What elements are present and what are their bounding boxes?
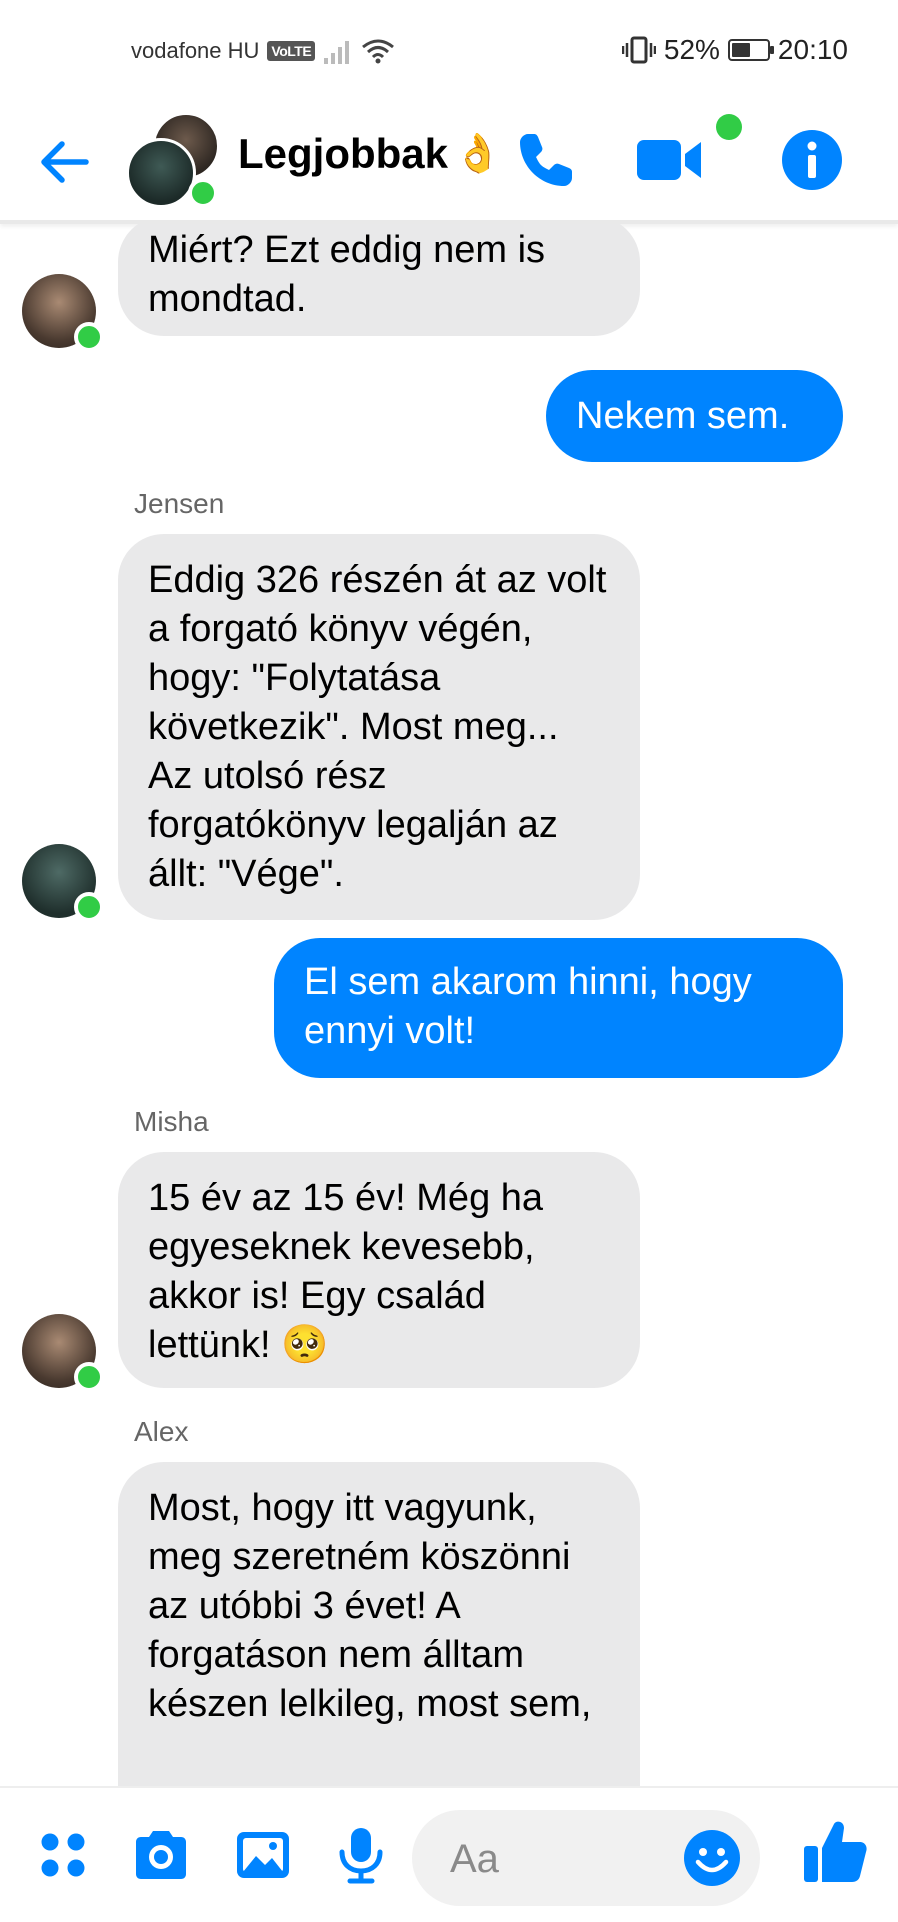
group-avatar[interactable] (126, 112, 220, 208)
sender-name: Alex (134, 1416, 189, 1447)
signal-icon (324, 41, 350, 64)
avatar[interactable] (22, 1314, 104, 1392)
avatar[interactable] (22, 274, 104, 352)
apps-grid-icon[interactable] (32, 1824, 94, 1886)
message-outgoing[interactable]: Nekem sem. (546, 370, 843, 462)
message-text: Most, hogy itt vagyunk, meg szeretném kö… (148, 1487, 592, 1725)
message-text: Miért? Ezt eddig nem is mondtad. (148, 229, 546, 320)
clock: 20:10 (777, 34, 848, 65)
sender-name: Jensen (134, 488, 225, 519)
video-online-indicator (716, 114, 742, 140)
message-input-container[interactable] (412, 1810, 760, 1908)
message-incoming[interactable]: Most, hogy itt vagyunk, meg szeretném kö… (118, 1462, 640, 1786)
chat-title-text: Legjobbak (238, 130, 449, 177)
message-outgoing[interactable]: El sem akarom hinni, hogy ennyi volt! (274, 938, 843, 1078)
carrier-name: vodafone HU (131, 38, 260, 63)
message-incoming[interactable]: Eddig 326 részén át az volt a forgató kö… (118, 534, 640, 920)
camera-icon[interactable] (130, 1824, 192, 1886)
status-left: vodafone HU VoLTE (131, 38, 395, 64)
message-incoming[interactable]: 15 év az 15 év! Még ha egyeseknek kevese… (118, 1152, 640, 1388)
chat-title[interactable]: Legjobbak 👌 (238, 130, 501, 178)
message-text: 15 év az 15 év! Még ha egyeseknek kevese… (148, 1177, 544, 1366)
online-indicator (74, 892, 104, 922)
ok-hand-emoji: 👌 (454, 133, 502, 175)
info-icon[interactable] (780, 128, 844, 192)
avatar[interactable] (22, 844, 104, 922)
status-right: 52% 20:10 (621, 34, 848, 66)
online-indicator (74, 1362, 104, 1392)
message-text: Eddig 326 részén át az volt a forgató kö… (148, 559, 607, 895)
sender-name: Misha (134, 1106, 209, 1137)
thumbs-up-icon[interactable] (800, 1816, 870, 1886)
online-indicator (188, 178, 218, 208)
message-text: Nekem sem. (576, 395, 790, 437)
video-camera-icon[interactable] (635, 128, 709, 192)
composer-bar (0, 1786, 898, 1922)
message-list[interactable]: Miért? Ezt eddig nem is mondtad. Nekem s… (0, 224, 898, 1786)
member-avatar-2 (126, 138, 196, 208)
microphone-icon[interactable] (330, 1824, 392, 1886)
message-incoming[interactable]: Miért? Ezt eddig nem is mondtad. (118, 224, 640, 336)
battery-percent: 52% (663, 34, 720, 65)
emoji-icon[interactable] (682, 1828, 742, 1888)
phone-icon[interactable] (514, 128, 578, 192)
message-input[interactable] (448, 1810, 672, 1908)
vibrate-icon (621, 36, 656, 64)
back-arrow-icon[interactable] (36, 134, 92, 190)
image-icon[interactable] (232, 1824, 294, 1886)
battery-icon (727, 39, 774, 61)
chat-header: Legjobbak 👌 (0, 100, 898, 224)
battery-level (731, 43, 750, 57)
online-indicator (74, 322, 104, 352)
wifi-icon (362, 39, 395, 64)
message-text: El sem akarom hinni, hogy ennyi volt! (304, 961, 752, 1052)
status-bar: vodafone HU VoLTE 52% 20:10 (0, 0, 898, 100)
volte-badge: VoLTE (267, 41, 316, 61)
